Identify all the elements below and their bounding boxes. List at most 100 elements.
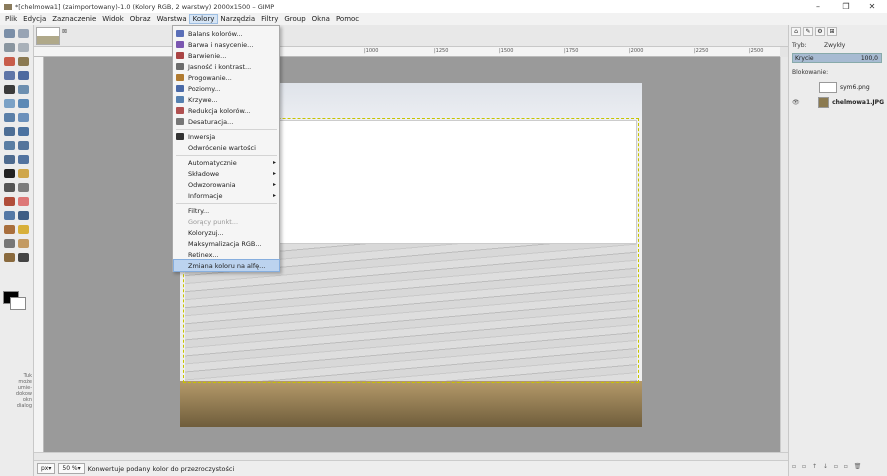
clone-icon[interactable] (4, 225, 15, 234)
maximize-button[interactable]: ❐ (832, 0, 860, 13)
ink-icon[interactable] (18, 211, 29, 220)
eraser-icon[interactable] (18, 197, 29, 206)
menu-item-redukcja-kolorow[interactable]: Redukcja kolorów... (174, 105, 279, 116)
menu-item-maksymalizacja-rgb[interactable]: Maksymalizacja RGB... (174, 238, 279, 249)
scale-icon[interactable] (18, 127, 29, 136)
menu-item-filtry[interactable]: Filtry... (174, 205, 279, 216)
visibility-icon[interactable]: 👁 (792, 99, 800, 106)
crop-icon[interactable] (18, 113, 29, 122)
dock-tab-paths[interactable]: ⚙ (815, 27, 825, 36)
status-bar: px ▾ 50 % ▾ Konwertuje podany kolor do p… (34, 460, 788, 476)
horizontal-scrollbar[interactable] (34, 452, 788, 460)
menu-plik[interactable]: Plik (2, 15, 20, 23)
move-icon[interactable] (18, 99, 29, 108)
menu-item-jasnosc-kontrast[interactable]: Jasność i kontrast... (174, 61, 279, 72)
menu-filtry[interactable]: Filtry (258, 15, 281, 23)
menu-narzedzia[interactable]: Narzędzia (217, 15, 258, 23)
blend-icon[interactable] (4, 183, 15, 192)
layer-actions[interactable]: ▫ ▫ ↑ ↓ ▫ ▫ 🗑 (792, 463, 863, 470)
paintbrush-icon[interactable] (4, 197, 15, 206)
close-button[interactable]: ✕ (858, 0, 886, 13)
airbrush-icon[interactable] (4, 211, 15, 220)
menu-obraz[interactable]: Obraz (127, 15, 154, 23)
lock-label: Blokowanie: (792, 69, 829, 76)
fuzzy-select-icon[interactable] (18, 43, 29, 52)
blur-icon[interactable] (4, 239, 15, 248)
menu-item-odwrocenie-wartosci[interactable]: Odwrócenie wartości (174, 142, 279, 153)
menu-item-automatycznie[interactable]: Automatycznie ▸ (174, 157, 279, 168)
menu-warstwa[interactable]: Warstwa (154, 15, 190, 23)
flip-icon[interactable] (4, 155, 15, 164)
menu-item-zmiana-koloru-na-alfe[interactable]: Zmiana koloru na alfę... (173, 259, 280, 272)
zoom-icon[interactable] (18, 85, 29, 94)
menu-item-skladowe[interactable]: Składowe ▸ (174, 168, 279, 179)
layer-name: sym6.png (840, 83, 870, 91)
menu-item-odwzorowania[interactable]: Odwzorowania ▸ (174, 179, 279, 190)
ruler-tick: |1000 (364, 48, 379, 54)
layer-thumbnail (817, 96, 830, 108)
heal-icon[interactable] (18, 225, 29, 234)
menu-item-label: Desaturacja... (188, 117, 234, 126)
menu-item-barwa-nasycenie[interactable]: Barwa i nasycenie... (174, 39, 279, 50)
menu-item-koloryzuj[interactable]: Koloryzuj... (174, 227, 279, 238)
menu-item-progowanie[interactable]: Progowanie... (174, 72, 279, 83)
menu-item-label: Automatycznie (188, 158, 237, 167)
menu-item-informacje[interactable]: Informacje ▸ (174, 190, 279, 201)
menu-item-inwersja[interactable]: Inwersja (174, 131, 279, 142)
dock-tab-layers[interactable]: ⌂ (791, 27, 801, 36)
menu-widok[interactable]: Widok (99, 15, 127, 23)
perspective-icon[interactable] (18, 141, 29, 150)
minimize-button[interactable]: – (804, 0, 832, 13)
text-icon[interactable] (4, 169, 15, 178)
smudge-icon[interactable] (18, 239, 29, 248)
background-color[interactable] (10, 297, 26, 310)
shear-icon[interactable] (4, 141, 15, 150)
menu-kolory[interactable]: Kolory (188, 14, 219, 24)
measure-icon[interactable] (4, 99, 15, 108)
align-icon[interactable] (4, 113, 15, 122)
cage-icon[interactable] (18, 155, 29, 164)
dodge-burn-icon[interactable] (4, 253, 15, 262)
image-tab-thumbnail[interactable] (36, 27, 60, 45)
menu-item-retinex[interactable]: Retinex... (174, 249, 279, 260)
menu-item-krzywe[interactable]: Krzywe... (174, 94, 279, 105)
rect-select-icon[interactable] (4, 29, 15, 38)
opacity-slider[interactable]: Krycie 100,0 (792, 53, 882, 63)
foreground-select-icon[interactable] (4, 71, 15, 80)
scissors-icon[interactable] (18, 57, 29, 66)
canvas-area[interactable] (44, 57, 780, 452)
empty-icon-slot (176, 240, 184, 247)
zoom-selector[interactable]: 50 % ▾ (58, 463, 85, 474)
ruler-tick: |1250 (434, 48, 449, 54)
menu-item-barwienie[interactable]: Barwienie... (174, 50, 279, 61)
menu-zaznaczenie[interactable]: Zaznaczenie (49, 15, 99, 23)
dock-tab-history[interactable]: ⊞ (827, 27, 837, 36)
paths-icon[interactable] (18, 71, 29, 80)
free-select-icon[interactable] (4, 43, 15, 52)
color-select-icon[interactable] (4, 57, 15, 66)
menu-edycja[interactable]: Edycja (20, 15, 49, 23)
rotate-icon[interactable] (4, 127, 15, 136)
menu-okna[interactable]: Okna (309, 15, 333, 23)
bucket-fill-icon[interactable] (18, 169, 29, 178)
color-picker-icon[interactable] (4, 85, 15, 94)
horizontal-ruler[interactable]: |1000 |1250 |1500 |1750 |2000 |2250 |250… (34, 47, 780, 57)
layer-row[interactable]: sym6.png (792, 80, 884, 94)
tab-close-icon[interactable]: ⊠ (62, 28, 67, 35)
eyedropper-icon[interactable] (18, 253, 29, 262)
menu-item-balans-kolorow[interactable]: Balans kolorów... (174, 28, 279, 39)
dock-tab-channels[interactable]: ✎ (803, 27, 813, 36)
layer-row[interactable]: 👁 chelmowa1.JPG (792, 95, 884, 109)
menu-item-poziomy[interactable]: Poziomy... (174, 83, 279, 94)
menu-item-desaturacja[interactable]: Desaturacja... (174, 116, 279, 127)
vertical-ruler[interactable] (34, 57, 44, 452)
ruler-tick: |1500 (499, 48, 514, 54)
menu-pomoc[interactable]: Pomoc (333, 15, 362, 23)
mode-dropdown[interactable]: Zwykły (824, 42, 845, 49)
unit-selector[interactable]: px ▾ (37, 463, 56, 474)
ellipse-select-icon[interactable] (18, 29, 29, 38)
invert-icon (176, 133, 184, 140)
pencil-icon[interactable] (18, 183, 29, 192)
vertical-scrollbar[interactable] (780, 57, 788, 452)
menu-group[interactable]: Group (281, 15, 308, 23)
